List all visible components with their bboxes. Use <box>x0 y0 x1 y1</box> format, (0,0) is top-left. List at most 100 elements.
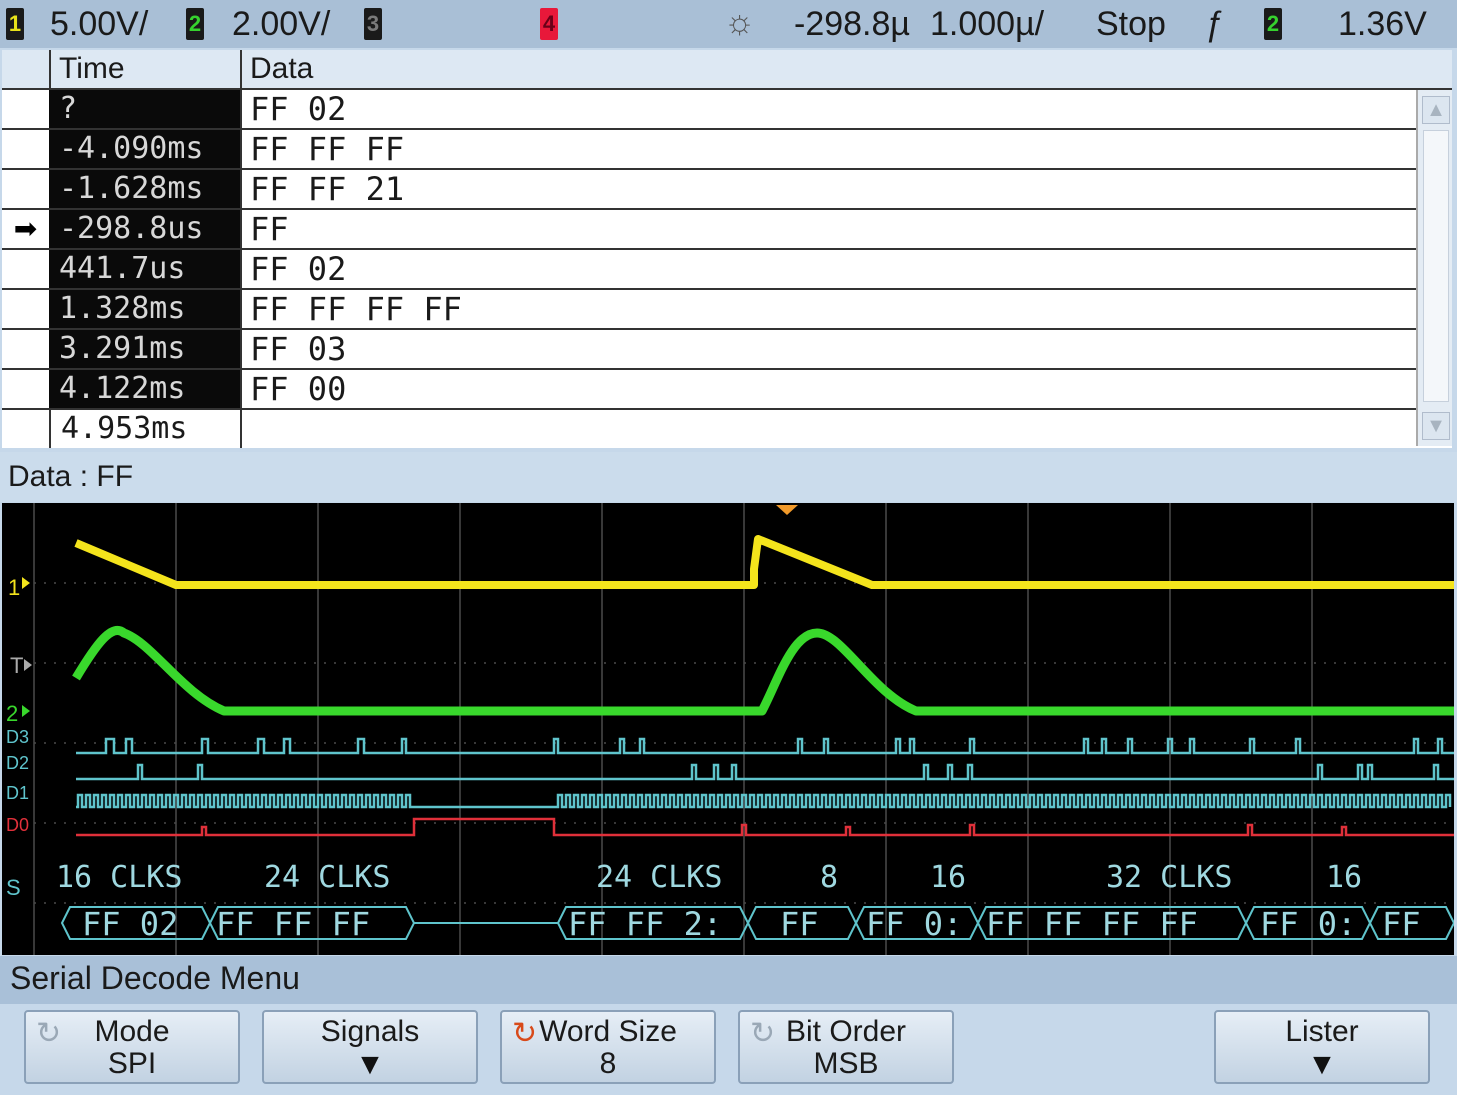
column-header-time[interactable]: Time <box>49 50 240 88</box>
row-time: 4.122ms <box>49 370 240 408</box>
row-marker <box>2 250 49 288</box>
digital-d2-trace <box>76 763 1454 781</box>
row-marker <box>2 170 49 208</box>
row-time: -298.8us <box>49 210 240 248</box>
row-marker <box>2 130 49 168</box>
table-row[interactable]: 1.328ms FF FF FF FF <box>2 290 1416 330</box>
channel-2-indicator[interactable]: 2 <box>186 8 204 40</box>
row-time: -4.090ms <box>49 130 240 168</box>
signals-softkey[interactable]: Signals ▼ <box>262 1010 478 1084</box>
menu-title-bar: Serial Decode Menu <box>0 956 1457 1004</box>
decoded-packet-label: FF FF FF FF <box>986 905 1198 943</box>
softkey-label: Mode <box>94 1015 170 1048</box>
decoded-packet-label: FF 0: <box>1260 905 1356 943</box>
row-time: ? <box>49 90 240 128</box>
row-time: 1.328ms <box>49 290 240 328</box>
row-time: -1.628ms <box>49 170 240 208</box>
row-data: FF 02 <box>240 250 1416 288</box>
waveform-display[interactable]: 1 T 2 D3 D2 D1 D0 S 16 CLKS 24 CLKS 24 CLK… <box>2 503 1454 955</box>
row-data: FF 00 <box>240 370 1416 408</box>
table-row[interactable]: ? FF 02 <box>2 90 1416 130</box>
table-row[interactable]: 3.291ms FF 03 <box>2 330 1416 370</box>
decoded-packet-label: FF <box>780 905 819 943</box>
channel-1-trace <box>74 535 1454 589</box>
run-state: Stop <box>1096 5 1166 43</box>
channel-4-indicator[interactable]: 4 <box>540 8 558 40</box>
scroll-up-icon[interactable]: ▲ <box>1422 96 1450 124</box>
table-row-selected[interactable]: ➡ -298.8us FF <box>2 210 1416 250</box>
clock-count-label: 32 CLKS <box>1106 860 1232 895</box>
current-row-arrow-icon: ➡ <box>2 210 49 248</box>
softkey-value: 8 <box>599 1047 617 1080</box>
decoded-packet-label: FF 0: <box>866 905 962 943</box>
softkey-label: Lister <box>1285 1015 1359 1048</box>
lister-softkey[interactable]: Lister ▼ <box>1214 1010 1430 1084</box>
digital-d0-label: D0 <box>6 815 29 835</box>
clock-count-label: 16 <box>1326 860 1362 895</box>
menu-title: Serial Decode Menu <box>10 960 300 996</box>
channel-3-indicator[interactable]: 3 <box>364 8 382 40</box>
trigger-source-indicator: 2 <box>1264 8 1282 40</box>
column-header-data[interactable]: Data <box>240 50 1416 88</box>
scroll-thumb[interactable] <box>1423 130 1449 402</box>
digital-d1-label: D1 <box>6 783 29 803</box>
row-marker <box>2 290 49 328</box>
table-row[interactable]: 4.953ms <box>2 410 1416 448</box>
decoded-packet-label: FF FF FF <box>216 905 370 943</box>
channel-1-marker-label: 1 <box>8 575 20 600</box>
clock-count-label: 24 CLKS <box>264 860 390 895</box>
clock-count-label: 8 <box>820 860 838 895</box>
status-bar: 1 5.00V/ 2 2.00V/ 3 4 ☼ -298.8µ 1.000µ/ … <box>0 0 1457 48</box>
knob-icon: ↻ <box>512 1017 538 1050</box>
softkey-value: SPI <box>107 1047 157 1080</box>
row-marker <box>2 410 49 448</box>
row-marker <box>2 90 49 128</box>
channel-2-scale: 2.00V/ <box>232 5 331 43</box>
table-row[interactable]: -4.090ms FF FF FF <box>2 130 1416 170</box>
channel-1-indicator[interactable]: 1 <box>6 8 24 40</box>
digital-d3-trace <box>76 737 1454 755</box>
row-time: 441.7us <box>49 250 240 288</box>
data-readout: Data : FF <box>8 460 134 493</box>
submenu-arrow-icon: ▼ <box>1307 1048 1337 1081</box>
data-readout-bar: Data : FF <box>0 452 1457 502</box>
channel-2-trace <box>72 626 1454 716</box>
row-data <box>240 410 1416 448</box>
softkey-bar: ↻ Mode SPI Signals ▼ ↻ Word Size 8 ↻ Bit… <box>0 1004 1457 1095</box>
waveform-canvas: 1 T 2 D3 D2 D1 D0 S 16 CLKS 24 CLKS 24 CLK… <box>6 503 1454 955</box>
trigger-position-marker <box>776 505 798 515</box>
decoded-packet-label: FF 02 <box>82 905 178 943</box>
digital-d1-trace <box>76 793 1452 809</box>
table-row[interactable]: -1.628ms FF FF 21 <box>2 170 1416 210</box>
digital-d3-label: D3 <box>6 727 29 747</box>
softkey-label: Word Size <box>539 1015 677 1048</box>
lister-header: Time Data <box>2 50 1452 90</box>
digital-d2-label: D2 <box>6 753 29 773</box>
lister-scrollbar[interactable]: ▲ ▼ <box>1416 90 1452 446</box>
knob-icon: ↻ <box>750 1017 776 1050</box>
trigger-level-label: T <box>10 653 23 678</box>
table-row[interactable]: 441.7us FF 02 <box>2 250 1416 290</box>
mode-softkey[interactable]: ↻ Mode SPI <box>24 1010 240 1084</box>
row-time: 3.291ms <box>49 330 240 368</box>
channel-1-marker-icon <box>22 577 30 589</box>
digital-d0-trace <box>76 817 1454 837</box>
table-row[interactable]: 4.122ms FF 00 <box>2 370 1416 410</box>
time-offset: -298.8µ <box>794 5 910 43</box>
trigger-slope-icon: ƒ <box>1204 5 1223 43</box>
channel-1-scale: 5.00V/ <box>50 5 149 43</box>
channel-2-marker-icon <box>22 705 30 717</box>
bit-order-softkey[interactable]: ↻ Bit Order MSB <box>738 1010 954 1084</box>
decoded-packet-label: FF FF 2: <box>568 905 722 943</box>
row-data: FF <box>240 210 1416 248</box>
knob-icon: ↻ <box>36 1017 62 1050</box>
word-size-softkey[interactable]: ↻ Word Size 8 <box>500 1010 716 1084</box>
row-data: FF FF FF FF <box>240 290 1416 328</box>
clock-count-label: 24 CLKS <box>596 860 722 895</box>
scroll-down-icon[interactable]: ▼ <box>1422 412 1450 440</box>
channel-2-marker-label: 2 <box>6 701 18 726</box>
row-data: FF FF 21 <box>240 170 1416 208</box>
clock-count-label: 16 CLKS <box>56 860 182 895</box>
trigger-level-icon <box>24 659 32 671</box>
decoded-packet-label: FF <box>1382 905 1421 943</box>
